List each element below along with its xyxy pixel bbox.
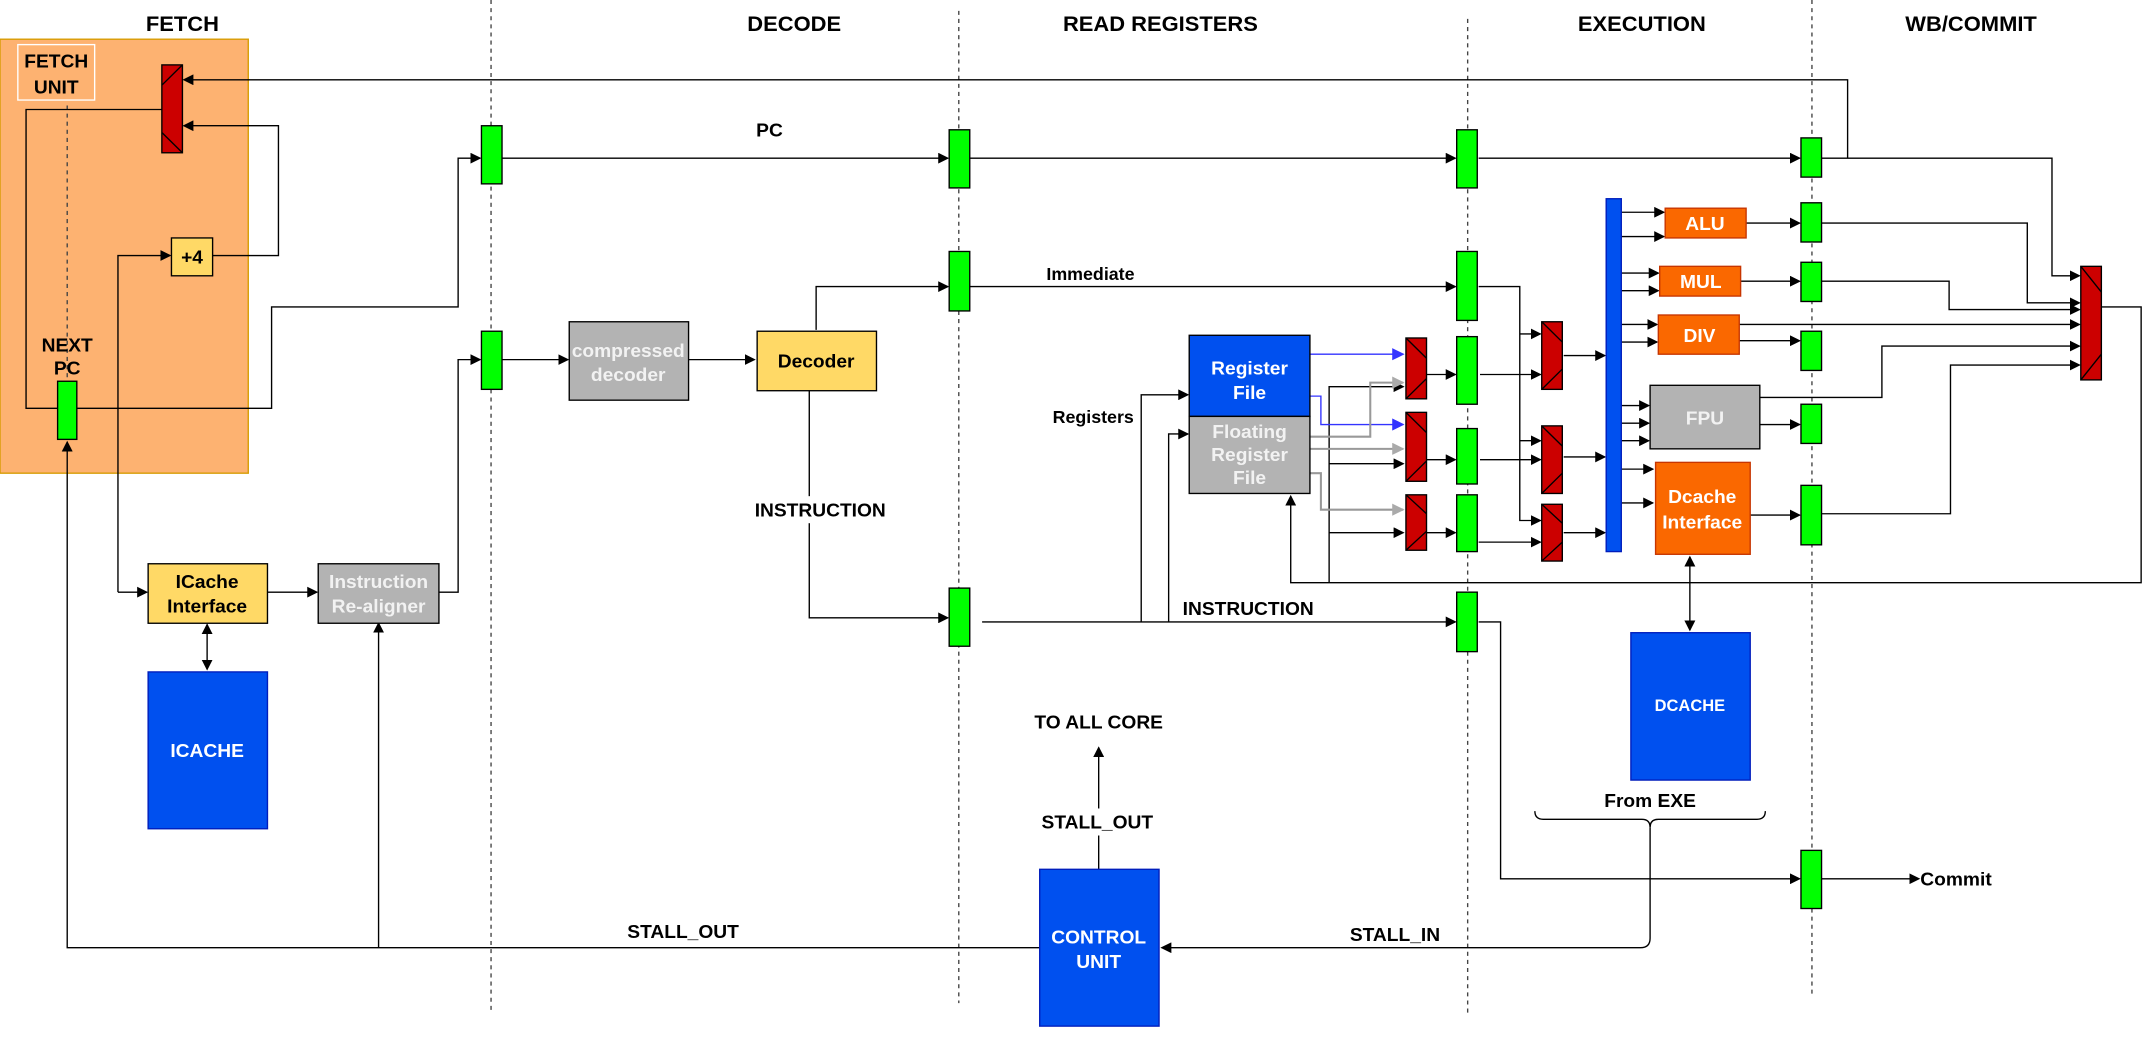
wire-forwarding-bus <box>1328 381 1405 583</box>
pc-signal-label: PC <box>756 121 783 142</box>
operand-mux-2 <box>1541 425 1563 495</box>
stall-out-left-label: STALL_OUT <box>627 922 739 943</box>
from-exe-label: From EXE <box>1604 791 1696 812</box>
wb-dcache-register <box>1800 484 1823 546</box>
icache-interface-label-line2: Interface <box>167 597 247 618</box>
pc-select-mux <box>161 64 184 154</box>
next-pc-label-line2: PC <box>54 359 81 380</box>
forward-mux-3 <box>1405 494 1428 551</box>
wire-instruction-to-regfile <box>1140 389 1190 622</box>
mul-label: MUL <box>1680 272 1722 293</box>
compressed-decoder-label-line2: decoder <box>591 365 666 386</box>
pc-adder-label: +4 <box>181 248 203 269</box>
fp-register-file-label-line3: File <box>1233 468 1266 489</box>
exec-instruction-register <box>1456 591 1478 653</box>
fp-register-file-label-line1: Floating <box>1212 422 1287 443</box>
writeback-mux <box>2080 265 2103 381</box>
compressed-decoder-label-line1: compressed <box>572 341 685 362</box>
wb-alu-register <box>1800 202 1823 243</box>
register-file-label-line2: File <box>1233 383 1266 404</box>
exec-operand1-register <box>1456 335 1478 405</box>
div-label: DIV <box>1683 326 1715 347</box>
decode-pc-register <box>480 125 503 185</box>
next-pc-label-line1: NEXT <box>42 336 94 357</box>
exec-pc-register <box>1456 129 1478 189</box>
read-immediate-register <box>948 250 971 312</box>
realigner-label-line2: Re-aligner <box>332 597 426 618</box>
wb-div-register <box>1800 330 1823 372</box>
realigner-label-line1: Instruction <box>329 572 428 593</box>
exec-operand2-register <box>1456 427 1478 485</box>
stall-out-up-label: STALL_OUT <box>1042 813 1154 834</box>
control-unit-label-line2: UNIT <box>1076 952 1121 973</box>
immediate-signal-label: Immediate <box>1046 264 1134 284</box>
operand-mux-3 <box>1541 503 1563 562</box>
wb-fpu-register <box>1800 403 1823 445</box>
dcache-interface-block <box>1654 461 1751 555</box>
wire-instruction-to-fpregfile <box>1167 428 1190 622</box>
wire-wb-dcache-to-mux <box>1821 359 2081 515</box>
stage-header-execution: EXECUTION <box>1578 11 1706 36</box>
wire-branch-target-feedback <box>182 74 1849 159</box>
fetch-unit-title-line1: FETCH <box>24 52 88 73</box>
from-exe-brace <box>1534 811 1766 828</box>
register-file-label-line1: Register <box>1211 359 1288 380</box>
wire-fprf-fs1 <box>1309 376 1405 438</box>
wire-wb-mul-to-mux <box>1821 280 2081 316</box>
stage-header-fetch: FETCH <box>146 11 219 36</box>
forward-mux-2 <box>1405 411 1428 482</box>
exec-immediate-register <box>1456 250 1478 322</box>
icache-label: ICACHE <box>170 741 244 762</box>
decoder-label: Decoder <box>778 352 855 373</box>
icache-interface-label-line1: ICache <box>176 572 239 593</box>
alu-label: ALU <box>1685 214 1724 235</box>
to-all-core-label: TO ALL CORE <box>1034 713 1163 734</box>
fp-register-file-label-line2: Register <box>1211 445 1288 466</box>
next-pc-register <box>56 380 78 441</box>
wire-immediate-to-opmux <box>1478 285 1542 526</box>
instruction-signal-label-decode: INSTRUCTION <box>755 501 886 522</box>
exec-operand3-register <box>1456 494 1478 553</box>
wire-decoder-immediate <box>815 281 950 330</box>
wire-rf-rs2 <box>1309 395 1405 431</box>
operand-mux-1 <box>1541 321 1563 391</box>
wire-pc-wb-to-mux <box>1821 157 2081 282</box>
registers-signal-label: Registers <box>1053 407 1134 427</box>
forward-mux-1 <box>1405 337 1428 400</box>
wire-fprf-fs3 <box>1309 472 1405 516</box>
fpu-label: FPU <box>1686 409 1724 430</box>
commit-label: Commit <box>1920 870 1992 891</box>
dcache-interface-label-line1: Dcache <box>1668 487 1736 508</box>
pipeline-diagram: FETCH UNIT FETCH DECODE READ REGISTERS E… <box>0 0 2142 1027</box>
stage-header-wb-commit: WB/COMMIT <box>1905 11 2037 36</box>
wire-wb-alu-to-mux <box>1821 222 2081 309</box>
wire-realigner-to-decode-reg <box>438 354 482 593</box>
stage-header-read-registers: READ REGISTERS <box>1063 11 1258 36</box>
dcache-interface-label-line2: Interface <box>1662 513 1742 534</box>
wb-commit-register <box>1800 849 1823 910</box>
stage-header-decode: DECODE <box>747 11 841 36</box>
control-unit-label-line1: CONTROL <box>1051 928 1146 949</box>
stall-in-label: STALL_IN <box>1350 925 1440 946</box>
operand-bus <box>1605 198 1622 553</box>
wb-mul-register <box>1800 261 1823 303</box>
read-pc-register <box>948 129 971 189</box>
fetch-unit-title-line2: UNIT <box>34 77 79 98</box>
decode-instr-register <box>480 330 503 391</box>
instruction-signal-label-read: INSTRUCTION <box>1183 599 1314 620</box>
read-instruction-register <box>948 587 971 647</box>
wb-pc-register <box>1800 137 1823 178</box>
dcache-label: DCACHE <box>1655 697 1725 715</box>
